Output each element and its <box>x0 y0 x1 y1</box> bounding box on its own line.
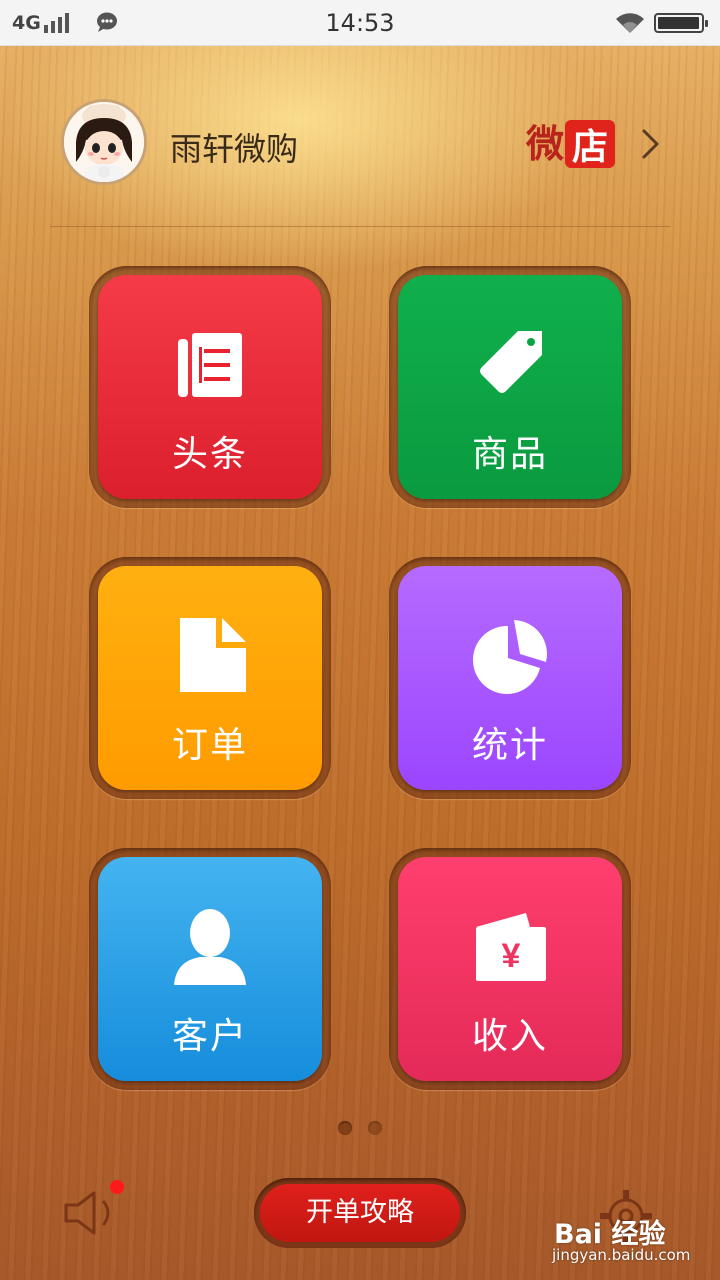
order-guide-button[interactable]: 开单攻略 <box>254 1178 466 1248</box>
pie-chart-icon <box>472 620 547 694</box>
news-icon <box>178 333 242 397</box>
order-guide-label: 开单攻略 <box>260 1184 460 1242</box>
wallet-yen-icon: ¥ <box>476 913 546 981</box>
page-dot-active[interactable] <box>338 1121 352 1135</box>
tile-income[interactable]: ¥ 收入 <box>398 857 622 1081</box>
weidian-logo[interactable]: 微 店 <box>526 120 616 168</box>
tag-icon <box>480 331 542 393</box>
tile-frame-statistics: 统计 <box>389 557 631 799</box>
tile-frame-customers: 客户 <box>89 848 331 1090</box>
notification-dot <box>110 1180 124 1194</box>
tile-frame-news: 头条 <box>89 266 331 508</box>
document-icon <box>180 618 246 692</box>
status-bar: 4G 14:53 <box>0 0 720 46</box>
tile-customers[interactable]: 客户 <box>98 857 322 1081</box>
tile-frame-orders: 订单 <box>89 557 331 799</box>
tile-news[interactable]: 头条 <box>98 275 322 499</box>
battery-icon <box>654 13 708 33</box>
wifi-icon <box>616 13 644 34</box>
tile-products[interactable]: 商品 <box>398 275 622 499</box>
tile-orders[interactable]: 订单 <box>98 566 322 790</box>
speaker-icon[interactable] <box>62 1188 124 1238</box>
tile-frame-products: 商品 <box>389 266 631 508</box>
page-indicator <box>336 1121 386 1137</box>
shop-name[interactable]: 雨轩微购 <box>170 124 298 170</box>
baidu-url: jingyan.baidu.com <box>552 1246 691 1264</box>
wallet-yen-symbol: ¥ <box>502 937 521 975</box>
avatar-image <box>64 102 144 182</box>
clock: 14:53 <box>325 9 395 37</box>
tile-label: 头条 <box>171 434 248 475</box>
chevron-right-icon[interactable] <box>640 128 662 160</box>
tile-label: 收入 <box>471 1016 548 1057</box>
weidian-logo-text: 微 <box>526 122 565 166</box>
tile-label: 订单 <box>171 725 248 766</box>
header-divider <box>50 226 670 227</box>
weidian-logo-badge: 店 <box>565 120 616 168</box>
shop-avatar[interactable] <box>61 99 147 185</box>
tile-label: 客户 <box>171 1016 248 1057</box>
tile-statistics[interactable]: 统计 <box>398 566 622 790</box>
tile-frame-income: ¥ 收入 <box>389 848 631 1090</box>
tile-label: 商品 <box>471 434 548 475</box>
tile-label: 统计 <box>471 725 548 766</box>
person-icon <box>174 909 246 985</box>
page-dot[interactable] <box>368 1121 382 1135</box>
baidu-watermark: Bai 经验 jingyan.baidu.com <box>548 1212 698 1268</box>
